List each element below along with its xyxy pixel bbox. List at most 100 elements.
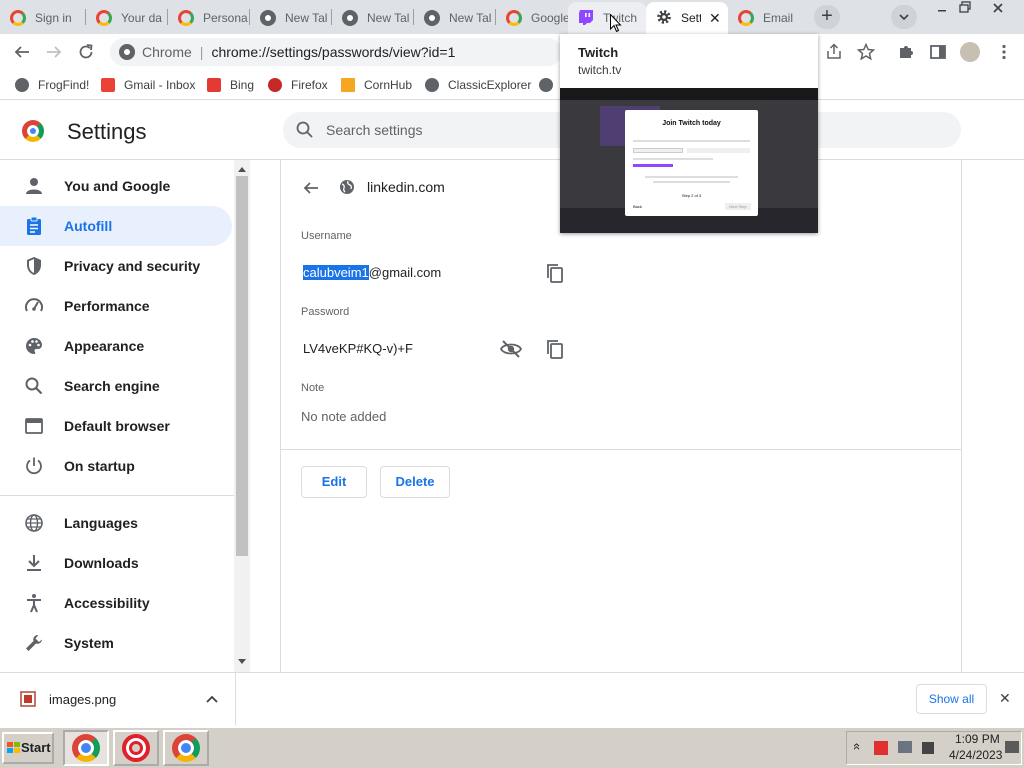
taskbar-chrome[interactable]	[163, 730, 209, 766]
chevron-up-icon[interactable]	[206, 695, 218, 703]
share-button[interactable]	[822, 40, 846, 64]
bookmark-bing[interactable]: Bing	[207, 76, 254, 94]
username-field[interactable]: calubveim1@gmail.com	[303, 265, 441, 280]
page-title: Settings	[67, 119, 147, 144]
sidebar-scroll-thumb[interactable]	[236, 176, 248, 556]
tab-new-tab-3[interactable]: New Tal	[414, 2, 494, 34]
edit-button[interactable]: Edit	[301, 466, 367, 498]
password-detail-card: linkedin.com Username calubveim1@gmail.c…	[280, 160, 962, 672]
back-button[interactable]	[299, 176, 323, 200]
forward-nav-button[interactable]	[42, 40, 66, 64]
gear-icon	[656, 9, 672, 28]
menu-button[interactable]	[992, 40, 1016, 64]
side-panel-button[interactable]	[926, 40, 950, 64]
tab-search-button[interactable]	[891, 5, 917, 29]
chrome-icon	[172, 734, 200, 762]
tray-volume-icon[interactable]	[922, 742, 934, 754]
google-icon	[96, 10, 112, 26]
share-icon	[827, 43, 841, 59]
download-item[interactable]: images.png	[0, 673, 236, 725]
address-bar[interactable]: Chrome | chrome://settings/passwords/vie…	[110, 38, 562, 66]
new-tab-button[interactable]: +	[814, 5, 840, 29]
hide-password-icon[interactable]	[500, 338, 522, 360]
username-label: Username	[301, 230, 352, 242]
taskbar-opera[interactable]	[113, 730, 159, 766]
note-value: No note added	[301, 409, 387, 424]
restore-button[interactable]	[950, 0, 980, 18]
accessibility-icon	[27, 594, 41, 613]
browser-window-icon	[25, 418, 43, 434]
sidebar-item-languages[interactable]: Languages	[0, 503, 232, 543]
download-icon	[27, 555, 41, 571]
tab-personal[interactable]: Persona	[168, 2, 248, 34]
delete-button[interactable]: Delete	[380, 466, 450, 498]
tray-flag-icon[interactable]	[874, 741, 888, 755]
chrome-logo-icon	[22, 120, 44, 142]
gmail-icon	[101, 78, 115, 92]
sidebar-item-system[interactable]: System	[0, 623, 232, 663]
close-tab-icon[interactable]: ✕	[709, 10, 721, 27]
firefox-icon	[268, 78, 282, 92]
tab-new-tab-1[interactable]: New Tal	[250, 2, 330, 34]
close-download-bar-icon[interactable]: ✕	[999, 690, 1011, 707]
bookmark-star-button[interactable]	[854, 40, 878, 64]
start-button[interactable]: Start	[2, 732, 54, 764]
tab-email[interactable]: Email	[728, 2, 804, 34]
show-all-button[interactable]: Show all	[916, 684, 987, 714]
close-window-button[interactable]	[983, 0, 1013, 18]
extensions-button[interactable]	[894, 40, 918, 64]
sidebar-item-default-browser[interactable]: Default browser	[0, 406, 232, 446]
sidebar-item-downloads[interactable]: Downloads	[0, 543, 232, 583]
google-icon	[178, 10, 194, 26]
power-icon	[26, 457, 42, 475]
bookmark-frogfind[interactable]: FrogFind!	[15, 76, 89, 94]
arrow-left-icon	[303, 182, 318, 194]
tab-settings[interactable]: Setti ✕	[646, 2, 728, 34]
bookmark-cornhub[interactable]: CornHub	[341, 76, 412, 94]
profile-button[interactable]	[958, 40, 982, 64]
shield-icon	[27, 257, 41, 275]
sidebar-item-privacy[interactable]: Privacy and security	[0, 246, 232, 286]
scroll-up-icon	[238, 167, 246, 172]
tab-hover-preview: Twitch twitch.tv Join Twitch today Step …	[560, 34, 818, 233]
tab-twitch[interactable]: Twitch	[568, 2, 646, 34]
google-icon	[10, 10, 26, 26]
globe-icon	[425, 78, 439, 92]
bookmark-classicexplorer[interactable]: ClassicExplorer	[425, 76, 531, 94]
sidebar-item-search-engine[interactable]: Search engine	[0, 366, 232, 406]
tab-google[interactable]: Google	[496, 2, 568, 34]
tab-your-data[interactable]: Your da	[86, 2, 166, 34]
globe-icon	[15, 78, 29, 92]
tab-new-tab-2[interactable]: New Tal	[332, 2, 412, 34]
sidebar-item-accessibility[interactable]: Accessibility	[0, 583, 232, 623]
copy-password-icon[interactable]	[544, 338, 566, 360]
globe-icon[interactable]	[539, 78, 553, 92]
clipboard-icon	[27, 216, 41, 235]
globe-icon	[25, 514, 43, 532]
sidebar-item-autofill[interactable]: Autofill	[0, 206, 232, 246]
tray-notification-icon[interactable]	[1005, 741, 1019, 753]
chrome-icon	[260, 10, 276, 26]
tab-sign-in[interactable]: Sign in	[0, 2, 80, 34]
taskbar-chrome-active[interactable]	[63, 730, 109, 766]
speedometer-icon	[25, 298, 43, 312]
copy-username-icon[interactable]	[544, 262, 566, 284]
download-file-name: images.png	[49, 692, 117, 707]
chrome-icon	[342, 10, 358, 26]
sidebar-item-you-and-google[interactable]: You and Google	[0, 166, 232, 206]
sidebar-item-on-startup[interactable]: On startup	[0, 446, 232, 486]
puzzle-icon	[900, 46, 913, 58]
back-nav-button[interactable]	[10, 40, 34, 64]
sidebar-item-appearance[interactable]: Appearance	[0, 326, 232, 366]
url-text: chrome://settings/passwords/view?id=1	[211, 44, 456, 60]
tray-expand-icon[interactable]: «	[850, 743, 865, 750]
reload-icon	[79, 44, 93, 59]
bookmark-gmail[interactable]: Gmail - Inbox	[101, 76, 195, 94]
password-field[interactable]: LV4veKP#KQ-v)+F	[303, 341, 413, 356]
tray-network-icon[interactable]	[898, 741, 912, 753]
avatar	[960, 42, 980, 62]
reload-button[interactable]	[74, 40, 98, 64]
twitch-icon	[578, 9, 594, 28]
bookmark-firefox[interactable]: Firefox	[268, 76, 328, 94]
sidebar-item-performance[interactable]: Performance	[0, 286, 232, 326]
